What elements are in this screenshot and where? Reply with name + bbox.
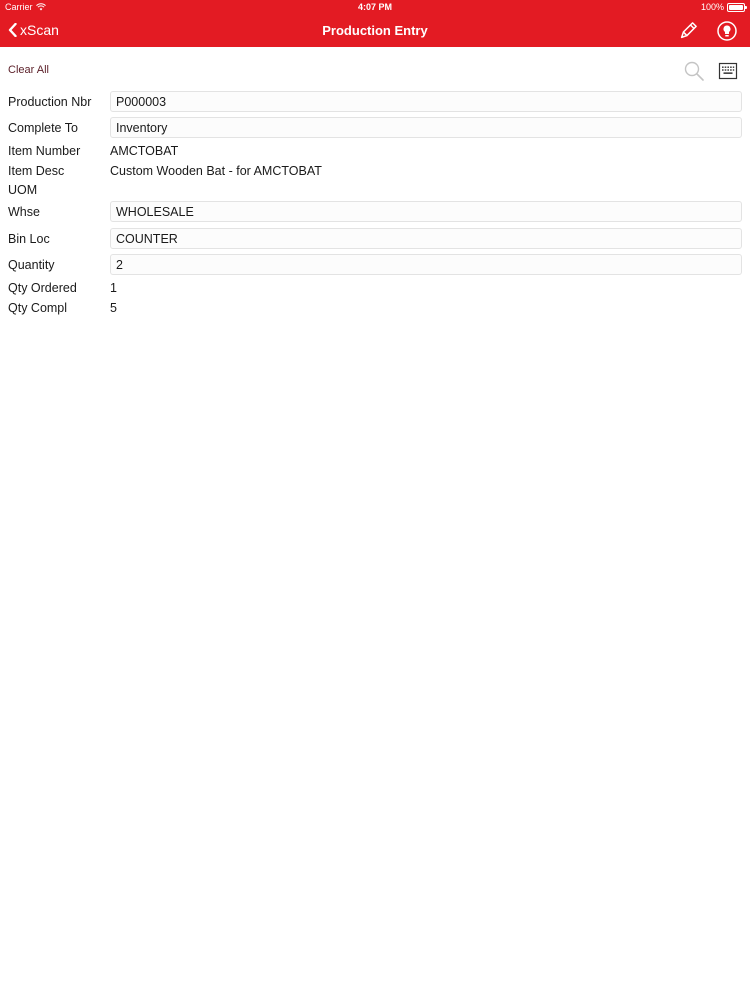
chevron-left-icon — [8, 23, 17, 37]
whse-label: Whse — [8, 205, 40, 219]
item-desc-value: Custom Wooden Bat - for AMCTOBAT — [110, 164, 322, 178]
lightbulb-icon[interactable] — [716, 20, 738, 42]
clear-all-button[interactable]: Clear All — [8, 64, 49, 76]
production-nbr-field[interactable] — [110, 91, 742, 112]
complete-to-label: Complete To — [8, 121, 78, 135]
battery-percent: 100% — [700, 2, 724, 12]
complete-to-field[interactable] — [110, 117, 742, 138]
qty-compl-label: Qty Compl — [8, 301, 68, 315]
page-title: Production Entry — [322, 23, 428, 38]
pencil-icon[interactable] — [677, 20, 699, 42]
status-time: 4:07 PM — [357, 2, 392, 12]
item-number-label: Item Number — [8, 144, 81, 158]
search-icon[interactable] — [683, 60, 705, 82]
battery-icon — [727, 2, 747, 12]
qty-ordered-value: 1 — [110, 281, 117, 295]
quantity-field[interactable] — [110, 254, 742, 275]
uom-label: UOM — [8, 183, 38, 197]
status-bar: Carrier 4:07 PM 100% — [0, 0, 750, 14]
qty-compl-value: 5 — [110, 301, 117, 315]
item-number-value: AMCTOBAT — [110, 144, 179, 158]
qty-ordered-label: Qty Ordered — [8, 281, 77, 295]
item-desc-label: Item Desc — [8, 164, 65, 178]
bin-loc-label: Bin Loc — [8, 232, 50, 246]
keyboard-icon[interactable] — [717, 60, 739, 82]
top-bar: Carrier 4:07 PM 100% xScan Production En… — [0, 0, 750, 47]
whse-field[interactable] — [110, 201, 742, 222]
back-label: xScan — [20, 22, 59, 38]
quantity-label: Quantity — [8, 258, 55, 272]
back-button[interactable]: xScan — [8, 22, 59, 38]
bin-loc-field[interactable] — [110, 228, 742, 249]
navigation-bar: xScan Production Entry — [0, 14, 750, 47]
production-nbr-label: Production Nbr — [8, 95, 92, 109]
